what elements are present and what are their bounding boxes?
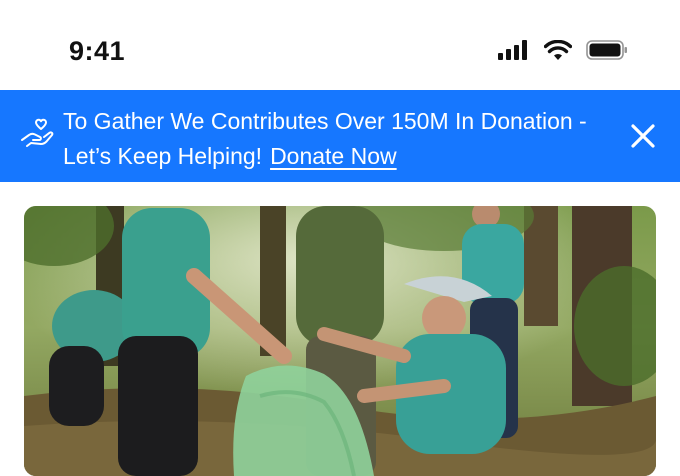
wifi-icon xyxy=(544,40,572,60)
signal-icon xyxy=(498,40,527,60)
volunteers-cleanup-photo xyxy=(24,206,656,476)
battery-icon xyxy=(586,40,627,60)
status-bar: 9:41 xyxy=(0,0,680,90)
close-icon[interactable] xyxy=(628,121,658,151)
photo-illustration xyxy=(24,206,656,476)
banner-message: To Gather We Contributes Over 150M In Do… xyxy=(63,104,623,174)
hand-heart-icon xyxy=(21,118,54,147)
donate-now-link[interactable]: Donate Now xyxy=(270,143,397,169)
status-time: 9:41 xyxy=(69,36,126,66)
status-icons xyxy=(498,40,628,60)
